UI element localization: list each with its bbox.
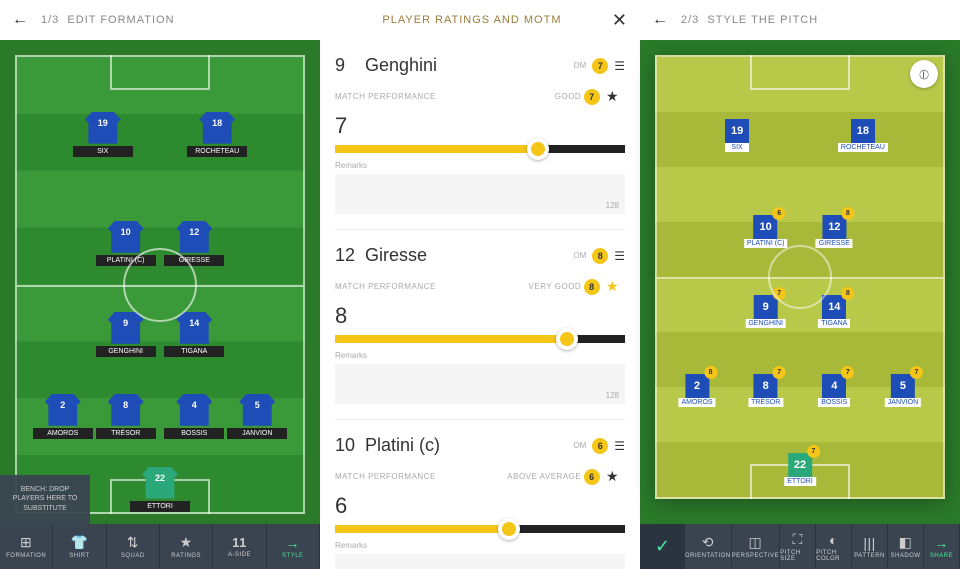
confirm-button[interactable]: ✓	[640, 524, 685, 569]
menu-icon[interactable]: ☰	[614, 249, 625, 263]
player-bossis[interactable]: 4BOSSIS	[164, 394, 224, 439]
rating-slider[interactable]	[335, 145, 625, 153]
player-janvion[interactable]: 5JANVION	[227, 394, 287, 439]
remarks-input[interactable]: 128	[335, 554, 625, 569]
step-indicator: 1/3	[41, 14, 59, 26]
rating-slider[interactable]	[335, 525, 625, 533]
player-amoros[interactable]: 28AMOROS	[678, 374, 715, 407]
toolbar-shirt[interactable]: 👕SHIRT	[53, 524, 106, 569]
left-toolbar: ⊞FORMATION👕SHIRT⇅SQUAD★RATINGS11A-SIDE→S…	[0, 524, 320, 569]
menu-icon[interactable]: ☰	[614, 439, 625, 453]
player-ettori[interactable]: 22ETTORI	[130, 467, 190, 512]
page-title: PLAYER RATINGS AND MOTM	[332, 14, 612, 26]
toolbar-formation[interactable]: ⊞FORMATION	[0, 524, 53, 569]
motm-star[interactable]: ★	[606, 88, 619, 105]
player-giresse[interactable]: 128GIRESSE	[816, 215, 853, 248]
back-icon[interactable]: ←	[12, 11, 29, 29]
mid-header: PLAYER RATINGS AND MOTM ✕	[320, 0, 640, 40]
page-title: EDIT FORMATION	[67, 14, 308, 26]
styled-pitch[interactable]: 19SIX 18ROCHETEAU 106PLATINI (C) 128GIRESSE…	[655, 55, 945, 499]
toolbar-shadow[interactable]: ◧SHADOW	[888, 524, 924, 569]
edit-formation-panel: ← 1/3 EDIT FORMATION 19SIX 18ROCHETEAU 10P…	[0, 0, 320, 569]
bench-dropzone[interactable]: BENCH: DROP PLAYERS HERE TO SUBSTITUTE	[0, 475, 90, 524]
remarks-input[interactable]: 128	[335, 174, 625, 214]
rating-giresse: 12GiresseOM8☰MATCH PERFORMANCEVERY GOOD …	[335, 230, 625, 420]
toolbar-pitch size[interactable]: ⛶PITCH SIZE	[780, 524, 816, 569]
player-trésor[interactable]: 87TRÉSOR	[748, 374, 783, 407]
toolbar-share[interactable]: →SHARE	[924, 524, 960, 569]
step-indicator: 2/3	[681, 14, 699, 26]
toolbar-perspective[interactable]: ◫PERSPECTIVE	[732, 524, 781, 569]
ratings-panel: PLAYER RATINGS AND MOTM ✕ 9GenghiniDM7☰M…	[320, 0, 640, 569]
player-trésor[interactable]: 8TRÉSOR	[96, 394, 156, 439]
player-ettori[interactable]: 227ETTORI	[784, 453, 816, 486]
left-header: ← 1/3 EDIT FORMATION	[0, 0, 320, 40]
toolbar-style[interactable]: →STYLE	[267, 524, 320, 569]
motm-star[interactable]: ★	[606, 468, 619, 485]
toolbar-pitch color[interactable]: ◐PITCH COLOR	[816, 524, 852, 569]
style-pitch-panel: ← 2/3 STYLE THE PITCH ⦶ 19SIX 18ROCHETEAU…	[640, 0, 960, 569]
right-toolbar: ⟲ORIENTATION◫PERSPECTIVE⛶PITCH SIZE◐PITC…	[685, 524, 960, 569]
player-platini (c)[interactable]: 106PLATINI (C)	[744, 215, 788, 248]
toolbar-ratings[interactable]: ★RATINGS	[160, 524, 213, 569]
remarks-input[interactable]: 128	[335, 364, 625, 404]
formation-pitch[interactable]: 19SIX 18ROCHETEAU 10PLATINI (C)12GIRESSE 9G…	[15, 55, 305, 514]
player-janvion[interactable]: 57JANVION	[885, 374, 921, 407]
player-six[interactable]: 19SIX	[73, 112, 133, 157]
player-rocheteau[interactable]: 18ROCHETEAU	[187, 112, 247, 157]
player-six[interactable]: 19SIX	[725, 119, 749, 152]
page-title: STYLE THE PITCH	[707, 14, 948, 26]
ratings-list: 9GenghiniDM7☰MATCH PERFORMANCEGOOD 7★7Re…	[320, 40, 640, 569]
player-amoros[interactable]: 2AMOROS	[33, 394, 93, 439]
player-platini (c)[interactable]: 10PLATINI (C)	[96, 221, 156, 266]
close-icon[interactable]: ✕	[612, 10, 628, 31]
rating-platini (c): 10Platini (c)OM6☰MATCH PERFORMANCEABOVE …	[335, 420, 625, 569]
player-bossis[interactable]: 47BOSSIS	[818, 374, 850, 407]
rating-genghini: 9GenghiniDM7☰MATCH PERFORMANCEGOOD 7★7Re…	[335, 40, 625, 230]
menu-icon[interactable]: ☰	[614, 59, 625, 73]
back-icon[interactable]: ←	[652, 11, 669, 29]
toolbar-pattern[interactable]: |||PATTERN	[852, 524, 888, 569]
player-genghini[interactable]: 9GENGHINI	[96, 312, 156, 357]
zoom-icon[interactable]: ⦶	[910, 60, 938, 88]
toolbar-orientation[interactable]: ⟲ORIENTATION	[685, 524, 732, 569]
motm-star[interactable]: ★	[606, 278, 619, 295]
player-rocheteau[interactable]: 18ROCHETEAU	[838, 119, 888, 152]
player-giresse[interactable]: 12GIRESSE	[164, 221, 224, 266]
toolbar-squad[interactable]: ⇅SQUAD	[107, 524, 160, 569]
toolbar-a-side[interactable]: 11A-SIDE	[213, 524, 266, 569]
right-header: ← 2/3 STYLE THE PITCH	[640, 0, 960, 40]
player-genghini[interactable]: 97GENGHINI	[745, 295, 786, 328]
player-tigana[interactable]: 14TIGANA	[164, 312, 224, 357]
rating-slider[interactable]	[335, 335, 625, 343]
player-tigana[interactable]: 148TIGANA	[818, 295, 850, 328]
